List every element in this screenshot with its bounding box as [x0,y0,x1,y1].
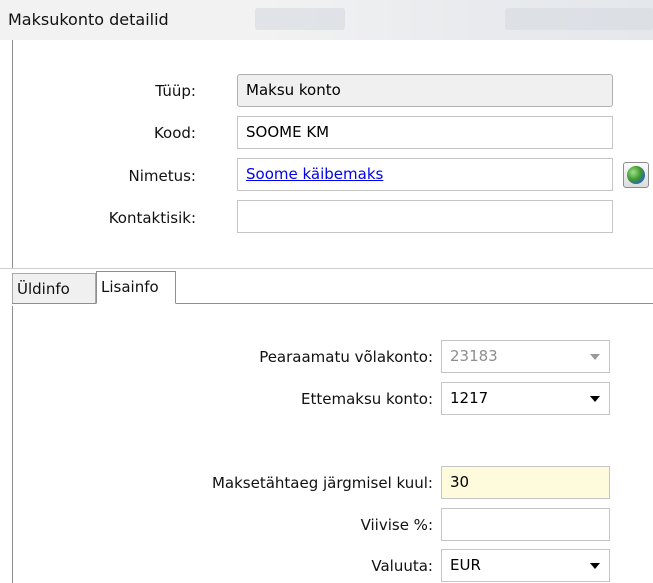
ledger-account-select: 23183 [441,340,610,373]
title-bar-decoration [255,8,345,30]
chevron-down-icon [590,396,600,402]
name-field[interactable]: Soome käibemaks [237,158,613,191]
code-field[interactable]: SOOME KM [237,116,613,149]
penalty-percent-field[interactable] [441,508,610,541]
currency-select[interactable]: EUR [441,549,610,582]
prepayment-account-select[interactable]: 1217 [441,382,610,415]
due-date-field[interactable]: 30 [441,466,610,499]
window-title: Maksukonto detailid [8,10,169,29]
globe-icon[interactable] [623,162,649,188]
chevron-down-icon [590,354,600,360]
penalty-percent-label: Viivise %: [360,516,433,534]
ledger-account-label: Pearaamatu võlakonto: [259,348,433,366]
prepayment-account-label: Ettemaksu konto: [301,390,433,408]
name-link[interactable]: Soome käibemaks [246,165,383,183]
name-label: Nimetus: [128,167,197,185]
code-label: Kood: [153,124,196,142]
type-field: Maksu konto [237,74,613,107]
chevron-down-icon [590,563,600,569]
contact-field[interactable] [237,200,613,233]
tab-uldinfo[interactable]: Üldinfo [12,273,96,303]
title-bar: Maksukonto detailid [0,0,653,40]
title-bar-decoration [505,8,653,30]
globe-icon-graphic [627,166,645,184]
due-date-label: Maksetähtaeg järgmisel kuul: [211,474,433,492]
type-label: Tüüp: [155,82,196,100]
currency-label: Valuuta: [371,557,433,575]
tab-lisainfo[interactable]: Lisainfo [96,271,176,304]
contact-label: Kontaktisik: [108,209,196,227]
